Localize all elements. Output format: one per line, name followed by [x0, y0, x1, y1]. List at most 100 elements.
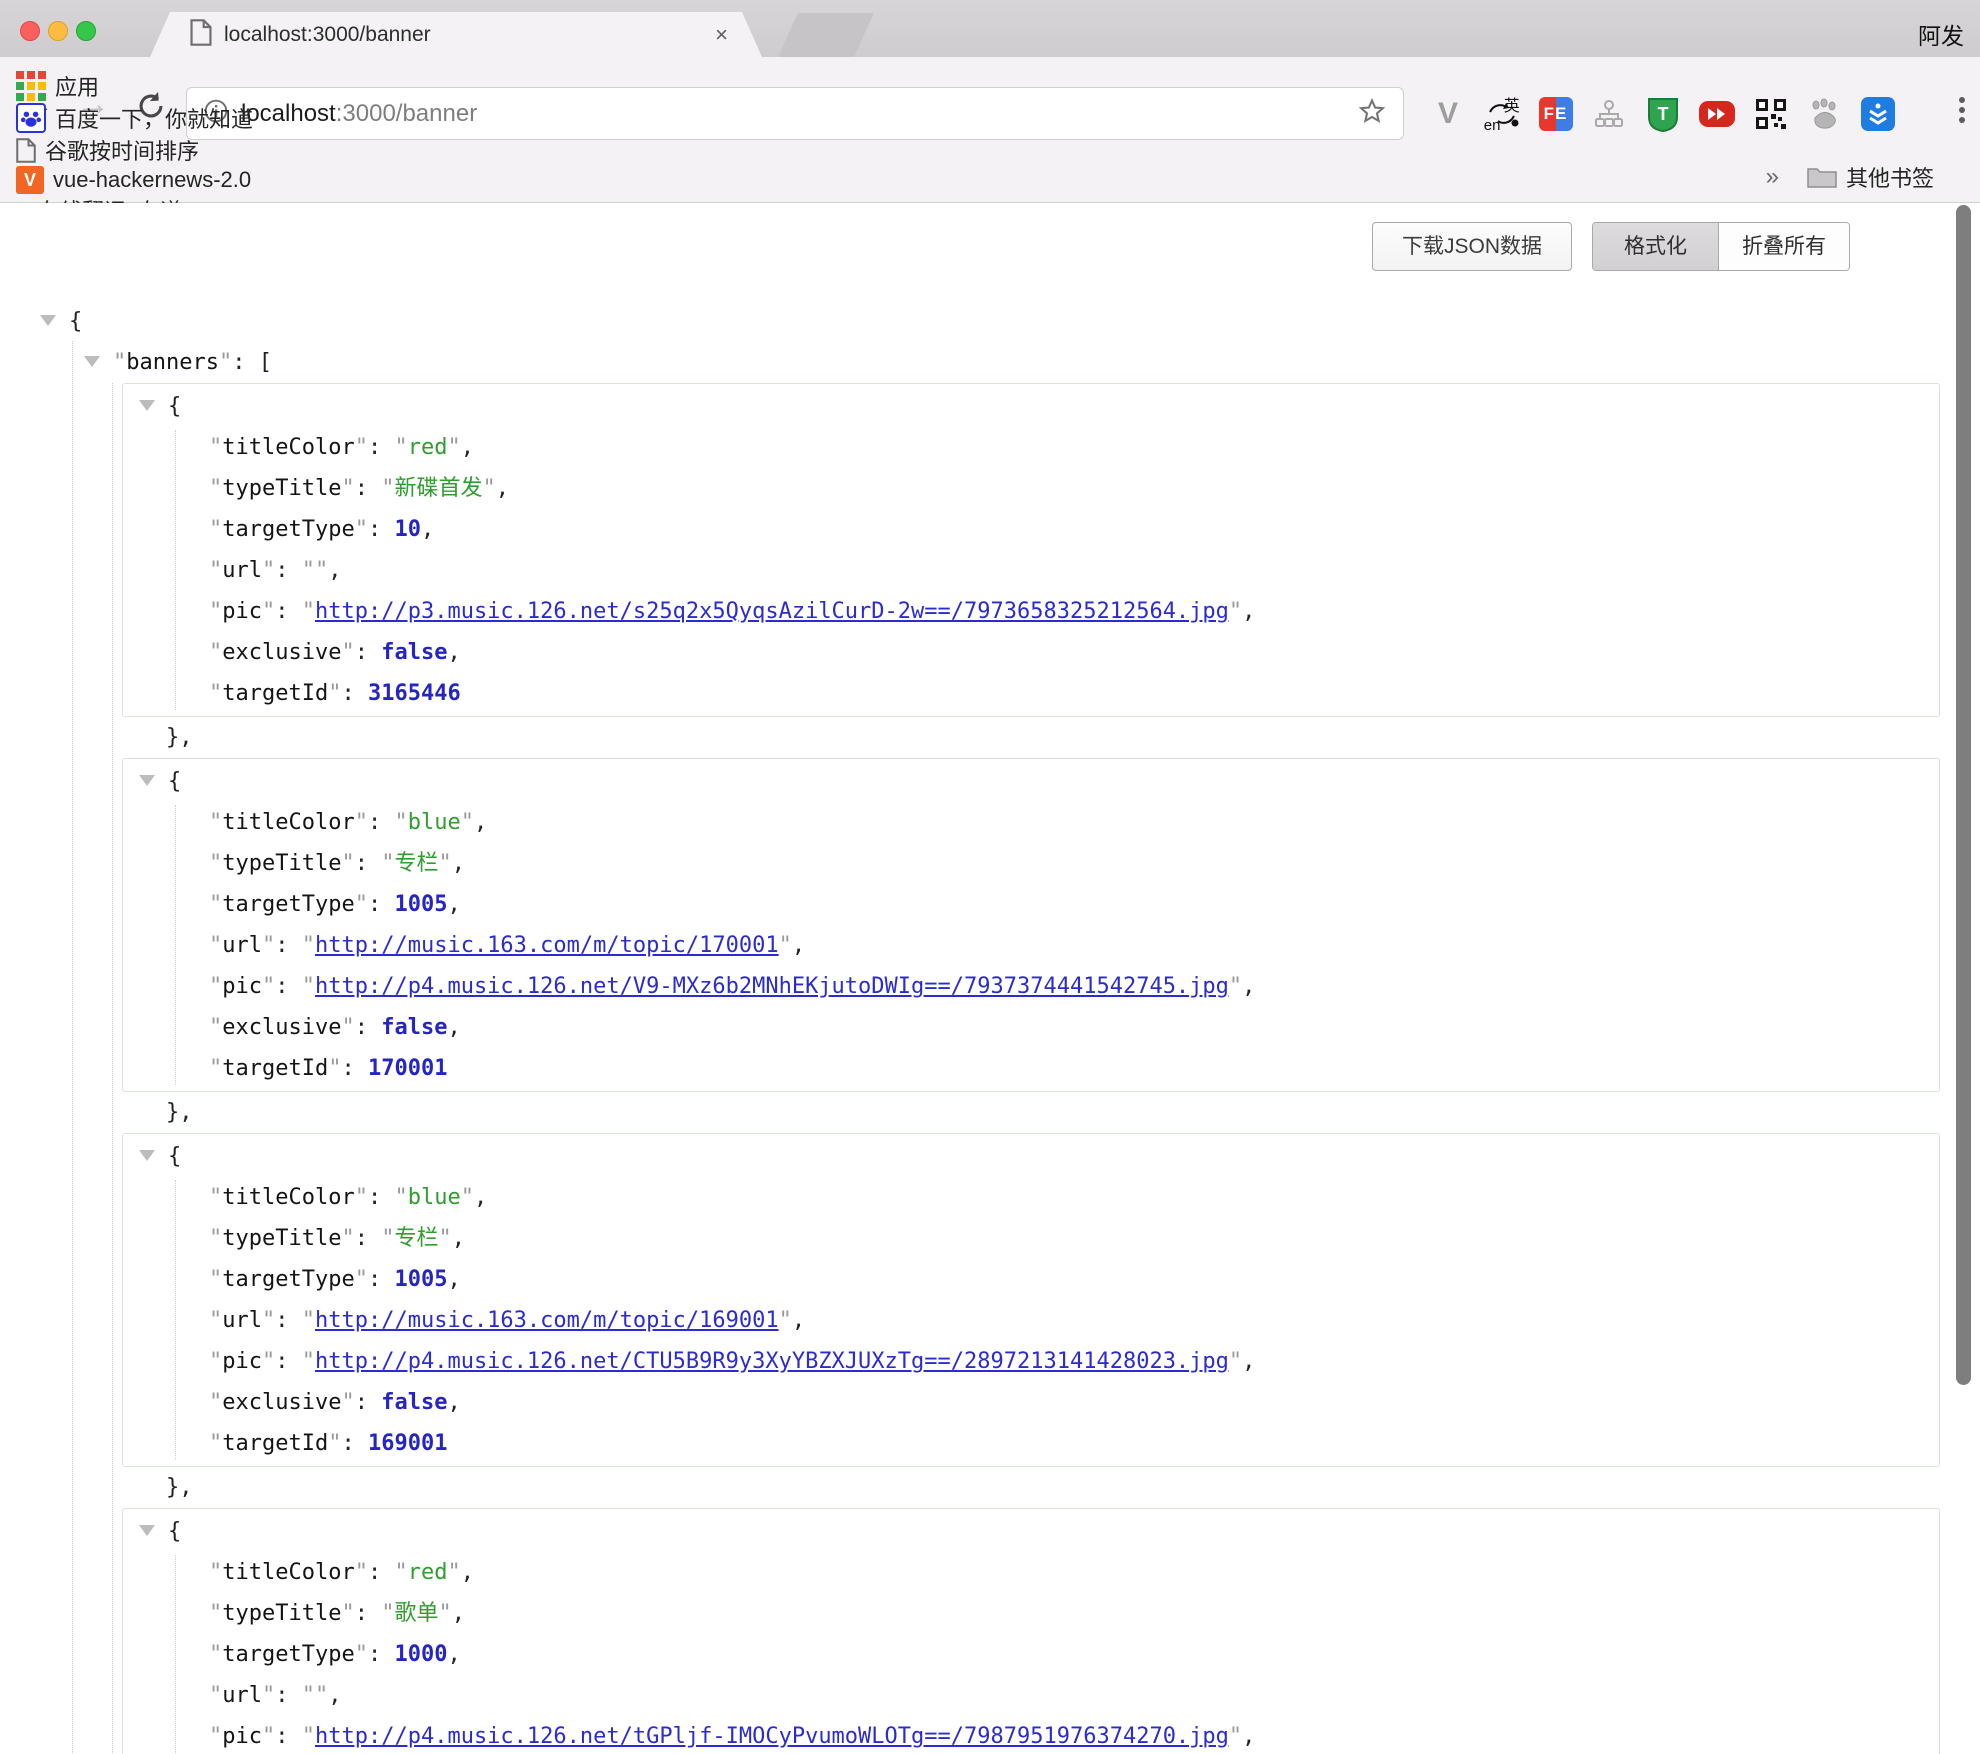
collapse-all-button[interactable]: 折叠所有 [1719, 223, 1849, 270]
vertical-scrollbar[interactable] [1956, 205, 1971, 1385]
new-tab-button[interactable] [778, 13, 874, 57]
json-field-url: "url": "", [123, 550, 1939, 591]
json-object-close: }, [166, 717, 1940, 758]
bookmark-item-1[interactable]: 百度一下，你就知道 [16, 102, 268, 134]
json-field-url: "url": "http://music.163.com/m/topic/170… [123, 925, 1939, 966]
json-key: url [222, 1683, 262, 1708]
json-root-open: { [40, 301, 1940, 342]
fatkun-icon[interactable] [1858, 94, 1898, 134]
json-string: 歌单 [394, 1601, 438, 1626]
collapse-toggle-icon[interactable] [139, 400, 155, 411]
tab-close-icon[interactable]: × [715, 24, 728, 46]
indent-guide [112, 383, 113, 1754]
json-key: targetType [222, 517, 354, 542]
indent-guide [72, 341, 73, 1754]
view-mode-segmented-control: 格式化 折叠所有 [1592, 222, 1850, 271]
json-number: 1005 [394, 1267, 447, 1292]
json-field-titleColor: "titleColor": "blue", [123, 802, 1939, 843]
paw-icon[interactable] [1804, 94, 1844, 134]
json-string: 专栏 [394, 851, 438, 876]
json-field-targetType: "targetType": 1000, [123, 1634, 1939, 1675]
pic-url-link[interactable]: http://p3.music.126.net/s25q2x5QyqsAzilC… [315, 599, 1229, 624]
banner-object-0: {"titleColor": "red","typeTitle": "新碟首发"… [122, 383, 1940, 717]
json-field-pic: "pic": "http://p4.music.126.net/CTU5B9R9… [123, 1341, 1939, 1382]
json-field-targetId: "targetId": 170001 [123, 1048, 1939, 1089]
json-key: typeTitle [222, 476, 341, 501]
json-key: titleColor [222, 435, 354, 460]
translate-icon[interactable]: 英en [1482, 94, 1522, 134]
json-key: titleColor [222, 1185, 354, 1210]
window-titlebar: localhost:3000/banner × 阿发 [0, 0, 1980, 57]
pic-url-link[interactable]: http://p4.music.126.net/V9-MXz6b2MNhEKju… [315, 974, 1229, 999]
tampermonkey-icon[interactable]: T [1643, 94, 1683, 134]
json-key: targetId [222, 681, 328, 706]
collapse-toggle-icon[interactable] [139, 1150, 155, 1161]
collapse-toggle-icon[interactable] [139, 775, 155, 786]
url-bar[interactable]: localhost:3000/banner [186, 87, 1404, 140]
folder-icon [1807, 165, 1837, 189]
bookmark-item-0[interactable]: 应用 [16, 70, 268, 102]
collapse-toggle-icon[interactable] [84, 356, 100, 367]
collapse-toggle-icon[interactable] [40, 315, 56, 326]
json-field-titleColor: "titleColor": "blue", [123, 1177, 1939, 1218]
json-field-exclusive: "exclusive": false, [123, 1007, 1939, 1048]
json-key: url [222, 933, 262, 958]
extension-icons: V 英en FE T [1428, 87, 1898, 140]
json-number: 3165446 [368, 681, 461, 706]
bookmark-item-3[interactable]: Vvue-hackernews-2.0 [16, 166, 268, 194]
page-icon [190, 19, 212, 51]
collapse-toggle-icon[interactable] [139, 1525, 155, 1536]
bookmark-label: 百度一下，你就知道 [55, 102, 253, 134]
json-object-open: { [123, 1511, 1939, 1552]
apps-grid-icon [16, 71, 46, 101]
json-key: exclusive [222, 1390, 341, 1415]
json-string: red [408, 435, 448, 460]
json-key: exclusive [222, 1015, 341, 1040]
baidu-paw-icon [16, 103, 46, 133]
banner-object-1: {"titleColor": "blue","typeTitle": "专栏",… [122, 758, 1940, 1092]
json-key: targetType [222, 892, 354, 917]
json-key: url [222, 1308, 262, 1333]
json-key: titleColor [222, 1560, 354, 1585]
json-field-pic: "pic": "http://p4.music.126.net/V9-MXz6b… [123, 966, 1939, 1007]
qrcode-icon[interactable] [1751, 94, 1791, 134]
json-string: 专栏 [394, 1226, 438, 1251]
close-window-button[interactable] [20, 21, 40, 41]
url-url-link[interactable]: http://music.163.com/m/topic/169001 [315, 1308, 779, 1333]
bookmark-label: vue-hackernews-2.0 [53, 167, 251, 193]
json-key: targetType [222, 1267, 354, 1292]
json-field-titleColor: "titleColor": "red", [123, 427, 1939, 468]
video-speed-icon[interactable] [1697, 94, 1737, 134]
json-string: blue [408, 1185, 461, 1210]
pic-url-link[interactable]: http://p4.music.126.net/tGPljf-IMOCyPvum… [315, 1724, 1229, 1749]
json-key: targetType [222, 1642, 354, 1667]
json-field-targetType: "targetType": 10, [123, 509, 1939, 550]
sitemap-icon[interactable] [1589, 94, 1629, 134]
minimize-window-button[interactable] [48, 21, 68, 41]
json-number: 169001 [368, 1431, 447, 1456]
json-boolean: false [381, 1015, 447, 1040]
browser-menu-icon[interactable] [1958, 93, 1966, 127]
json-number: 1005 [394, 892, 447, 917]
url-url-link[interactable]: http://music.163.com/m/topic/170001 [315, 933, 779, 958]
json-string: red [408, 1560, 448, 1585]
other-bookmarks-folder[interactable]: 其他书签 [1807, 161, 1934, 193]
maximize-window-button[interactable] [76, 21, 96, 41]
json-object-close: }, [166, 1092, 1940, 1133]
profile-name[interactable]: 阿发 [1918, 17, 1964, 51]
browser-tab[interactable]: localhost:3000/banner × [150, 12, 762, 57]
bookmarks-overflow-chevron[interactable]: » [1766, 163, 1779, 191]
bookmark-star-icon[interactable] [1357, 96, 1387, 131]
json-key: banners [126, 350, 219, 375]
pic-url-link[interactable]: http://p4.music.126.net/CTU5B9R9y3XyYBZX… [315, 1349, 1229, 1374]
format-button[interactable]: 格式化 [1593, 223, 1719, 270]
json-field-targetId: "targetId": 169001 [123, 1423, 1939, 1464]
json-number: 1000 [394, 1642, 447, 1667]
download-json-button[interactable]: 下载JSON数据 [1372, 222, 1572, 271]
bookmark-item-2[interactable]: 谷歌按时间排序 [16, 134, 268, 166]
fe-icon[interactable]: FE [1536, 94, 1576, 134]
json-key: pic [222, 1724, 262, 1749]
json-field-url: "url": "", [123, 1675, 1939, 1716]
json-object-open: { [123, 1136, 1939, 1177]
vue-devtools-icon[interactable]: V [1428, 94, 1468, 134]
